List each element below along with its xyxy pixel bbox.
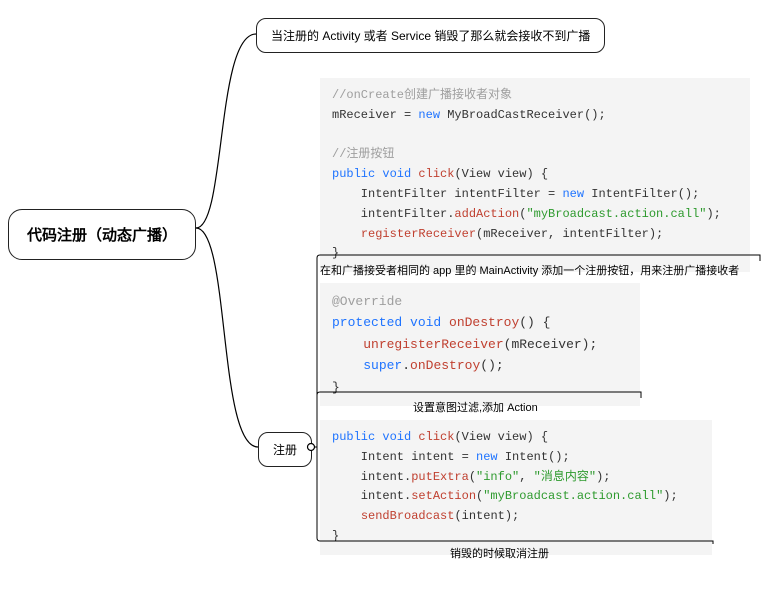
caption-oncreate-register: 在和广播接受者相同的 app 里的 MainActivity 添加一个注册按钮，… <box>320 262 739 278</box>
root-label: 代码注册（动态广播） <box>27 227 177 244</box>
register-label: 注册 <box>273 443 297 457</box>
note-label: 当注册的 Activity 或者 Service 销毁了那么就会接收不到广播 <box>271 29 590 43</box>
code-block-oncreate-register: //onCreate创建广播接收者对象mReceiver = new MyBro… <box>320 78 750 272</box>
note-node: 当注册的 Activity 或者 Service 销毁了那么就会接收不到广播 <box>256 18 605 53</box>
code-block-ondestroy: @Overrideprotected void onDestroy() { un… <box>320 283 640 406</box>
caption-unregister: 销毁的时候取消注册 <box>450 545 549 561</box>
caption-intent-filter: 设置意图过滤,添加 Action <box>413 399 538 415</box>
code-block-send-broadcast: public void click(View view) { Intent in… <box>320 420 712 555</box>
register-node: 注册 <box>258 432 312 467</box>
root-node: 代码注册（动态广播） <box>8 209 196 260</box>
